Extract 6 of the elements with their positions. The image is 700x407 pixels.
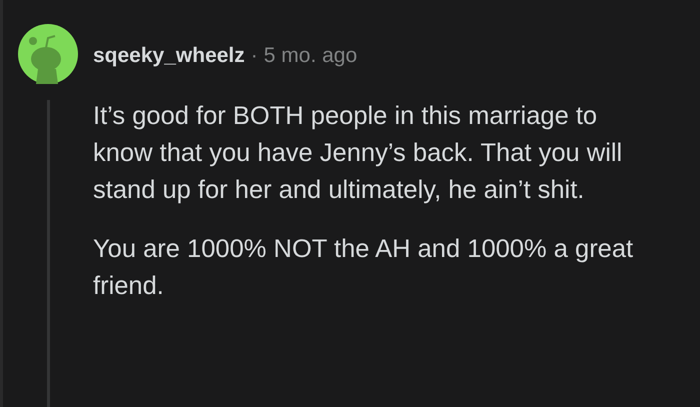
separator-dot: · — [250, 44, 258, 68]
comment-paragraph: You are 1000% NOT the AH and 1000% a great friend. — [93, 234, 634, 302]
timestamp: 5 mo. ago — [264, 44, 358, 68]
comment-paragraph: It’s good for BOTH people in this marriage to know that you have Jenny’s back. That you will stand up for her and ultimately, he ain’t shit. — [93, 101, 624, 206]
avatar-icon — [18, 24, 78, 84]
username-link[interactable]: sqeeky_wheelz — [93, 44, 245, 68]
